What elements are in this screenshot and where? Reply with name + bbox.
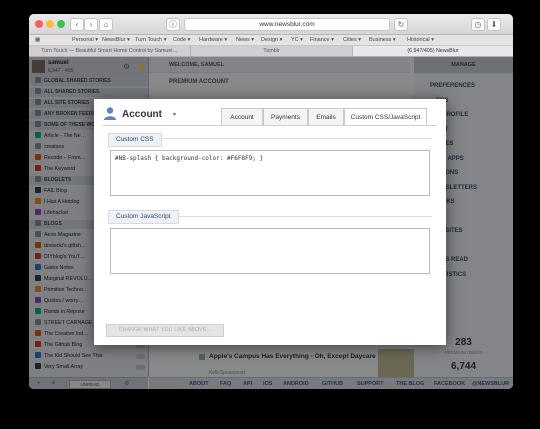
user-icon: [104, 107, 116, 120]
forward-button[interactable]: ›: [84, 18, 98, 31]
modal-header: Account ▾ Account Payments Emails Custom…: [94, 99, 446, 126]
browser-toolbar: ‹ › ⌂ ⓘ www.newsblur.com ↻ ◷ ⬇: [29, 14, 513, 35]
tab-account[interactable]: Account: [221, 108, 263, 126]
bookmark-folder[interactable]: NewsBlur ▾: [102, 36, 130, 44]
browser-tab-active[interactable]: (6,947/405) NewsBlur: [353, 46, 513, 56]
tab-divider: [103, 125, 437, 126]
bookmark-folder[interactable]: YC ▾: [291, 36, 303, 44]
tab-payments[interactable]: Payments: [263, 108, 308, 126]
bookmark-folder[interactable]: Turn Touch ▾: [135, 36, 167, 44]
downloads-button[interactable]: ⬇: [487, 18, 501, 31]
bookmark-folder[interactable]: Historical ▾: [407, 36, 434, 44]
custom-css-label: Custom CSS: [108, 133, 162, 147]
chevron-left-icon: ‹: [75, 20, 79, 29]
download-icon: ⬇: [490, 20, 498, 29]
zoom-window-button[interactable]: [57, 20, 65, 28]
tab-custom-css-javascript[interactable]: Custom CSS/JavaScript: [344, 108, 427, 126]
history-button[interactable]: ◷: [471, 18, 485, 31]
bookmark-folder[interactable]: Hardware ▾: [199, 36, 227, 44]
custom-javascript-textarea[interactable]: [110, 228, 430, 274]
modal-title[interactable]: Account: [122, 109, 162, 120]
info-icon: ⓘ: [169, 20, 177, 29]
reload-icon: ↻: [397, 20, 405, 29]
account-modal: Account ▾ Account Payments Emails Custom…: [94, 99, 446, 345]
bookmark-folder[interactable]: News ▾: [236, 36, 254, 44]
grid-icon[interactable]: ▦: [35, 36, 40, 44]
bookmarks-bar: ▦ Personal ▾ NewsBlur ▾ Turn Touch ▾ Cod…: [29, 35, 513, 46]
chevron-right-icon: ›: [89, 20, 93, 29]
browser-tab[interactable]: Tumblr: [191, 46, 353, 56]
chevron-down-icon[interactable]: ▾: [173, 111, 176, 118]
custom-javascript-label: Custom JavaScript: [108, 210, 179, 224]
reload-button[interactable]: ↻: [394, 18, 408, 31]
url-text: www.newsblur.com: [259, 21, 315, 28]
bookmark-folder[interactable]: Design ▾: [261, 36, 282, 44]
bookmark-folder[interactable]: Code ▾: [173, 36, 190, 44]
close-window-button[interactable]: [35, 20, 43, 28]
back-button[interactable]: ‹: [70, 18, 84, 31]
home-button[interactable]: ⌂: [99, 18, 113, 31]
clock-icon: ◷: [474, 20, 482, 29]
bookmark-folder[interactable]: Cities ▾: [343, 36, 361, 44]
site-info-button[interactable]: ⓘ: [166, 18, 180, 31]
browser-tab[interactable]: Turn Touch — Beautiful Smart Home Contro…: [29, 46, 191, 56]
tab-emails[interactable]: Emails: [308, 108, 344, 126]
minimize-window-button[interactable]: [46, 20, 54, 28]
bookmark-folder[interactable]: Business ▾: [369, 36, 396, 44]
save-button[interactable]: CHANGE WHAT YOU LIKE ABOVE...: [106, 324, 224, 337]
address-bar[interactable]: www.newsblur.com: [184, 18, 390, 31]
custom-css-textarea[interactable]: #NB-splash { background-color: #F6F8F9; …: [110, 150, 430, 196]
tab-strip: Turn Touch — Beautiful Smart Home Contro…: [29, 46, 513, 57]
bookmark-folder[interactable]: Personal ▾: [72, 36, 98, 44]
bookmark-folder[interactable]: Finance ▾: [310, 36, 334, 44]
home-icon: ⌂: [103, 20, 109, 29]
